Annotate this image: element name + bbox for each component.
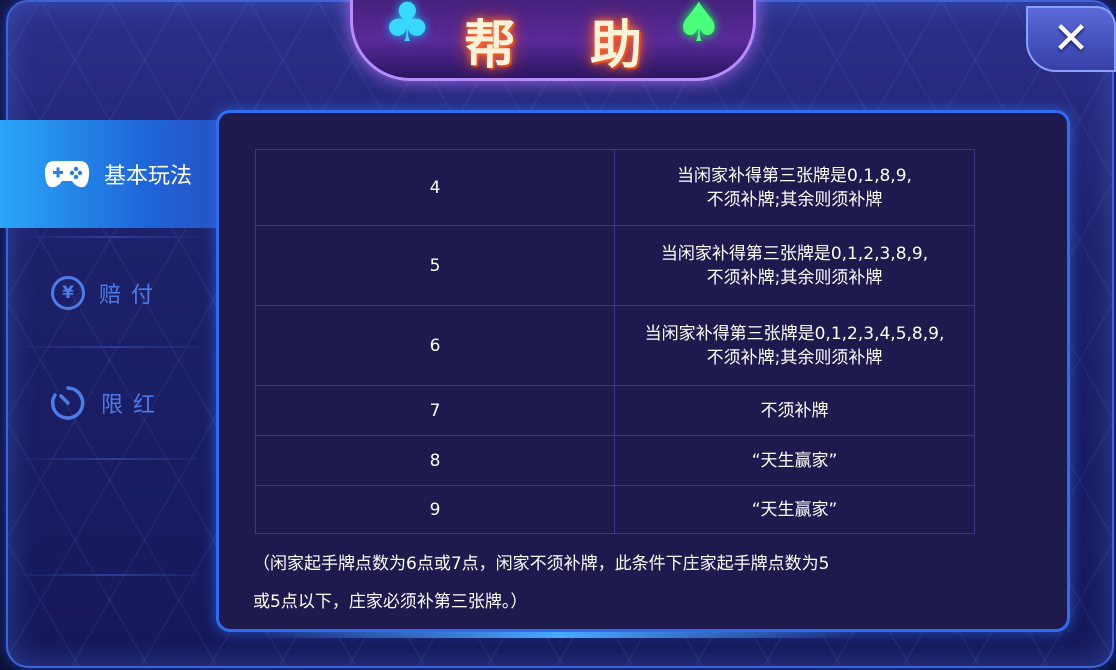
tab-basic-rules[interactable]: 基本玩法 [0, 120, 244, 228]
tab-basic-rules-label: 基本玩法 [104, 164, 193, 189]
table-cell-rule: “天生赢家” [614, 485, 975, 534]
close-icon: ✕ [1052, 13, 1090, 64]
rules-note: （闲家起手牌点数为6点或7点，闲家不须补牌，此条件下庄家起手牌点数为5 或5点以… [253, 545, 983, 621]
table-cell-rule: 当闲家补得第三张牌是0,1,2,3,4,5,8,9, 不须补牌;其余则须补牌 [614, 305, 975, 386]
timer-icon [50, 386, 85, 420]
rule-line: 不须补牌;其余则须补牌 [706, 189, 883, 210]
table-row: 6 当闲家补得第三张牌是0,1,2,3,4,5,8,9, 不须补牌;其余则须补牌 [255, 305, 975, 386]
table-cell-points: 8 [255, 435, 615, 486]
rules-table: 4 当闲家补得第三张牌是0,1,8,9, 不须补牌;其余则须补牌 5 当闲家补得… [255, 149, 975, 534]
table-cell-points: 5 [255, 225, 615, 306]
table-row: 8 “天生赢家” [255, 435, 975, 486]
table-cell-points: 7 [255, 385, 615, 436]
rules-table-scroll[interactable]: 4 当闲家补得第三张牌是0,1,8,9, 不须补牌;其余则须补牌 5 当闲家补得… [255, 149, 975, 534]
table-cell-points: 9 [255, 485, 615, 534]
rule-line: 不须补牌;其余则须补牌 [706, 347, 883, 368]
spade-suit-icon: ♠ [674, 0, 723, 54]
table-cell-rule: “天生赢家” [614, 435, 975, 486]
table-cell-points: 4 [255, 149, 615, 226]
yen-check-icon: ¥ [50, 276, 85, 310]
sidebar-divider [14, 574, 210, 576]
tab-payout-label: 赔付 [98, 283, 163, 308]
tab-payout[interactable]: ¥ 赔付 [0, 238, 214, 348]
rule-line: 当闲家补得第三张牌是0,1,2,3,8,9, [660, 243, 929, 264]
table-row: 5 当闲家补得第三张牌是0,1,2,3,8,9, 不须补牌;其余则须补牌 [255, 225, 975, 306]
note-line: （闲家起手牌点数为6点或7点，闲家不须补牌，此条件下庄家起手牌点数为5 [253, 554, 830, 574]
title-plate: ♣ 帮 助 ♠ [350, 0, 756, 81]
table-cell-rule: 不须补牌 [614, 385, 975, 436]
table-row: 4 当闲家补得第三张牌是0,1,8,9, 不须补牌;其余则须补牌 [255, 149, 975, 226]
table-row: 7 不须补牌 [255, 385, 975, 436]
tab-bet-limit[interactable]: 限红 [0, 348, 214, 458]
table-cell-rule: 当闲家补得第三张牌是0,1,2,3,8,9, 不须补牌;其余则须补牌 [614, 225, 975, 306]
table-cell-points: 6 [255, 305, 615, 386]
note-line: 或5点以下，庄家必须补第三张牌。） [253, 592, 528, 612]
table-row: 9 “天生赢家” [255, 485, 975, 534]
gamepad-icon [44, 161, 90, 188]
table-cell-rule: 当闲家补得第三张牌是0,1,8,9, 不须补牌;其余则须补牌 [614, 149, 975, 226]
close-button[interactable]: ✕ [1026, 6, 1116, 72]
sidebar: 基本玩法 ¥ 赔付 限红 [0, 120, 244, 600]
tab-bet-limit-label: 限红 [100, 393, 165, 418]
rule-line: 当闲家补得第三张牌是0,1,2,3,4,5,8,9, [644, 323, 945, 344]
rule-line: 不须补牌;其余则须补牌 [706, 267, 883, 288]
rule-line: 当闲家补得第三张牌是0,1,8,9, [677, 165, 912, 186]
sidebar-divider [14, 458, 210, 460]
rules-panel: 4 当闲家补得第三张牌是0,1,8,9, 不须补牌;其余则须补牌 5 当闲家补得… [216, 110, 1070, 632]
bottom-glow-decoration [260, 632, 860, 638]
